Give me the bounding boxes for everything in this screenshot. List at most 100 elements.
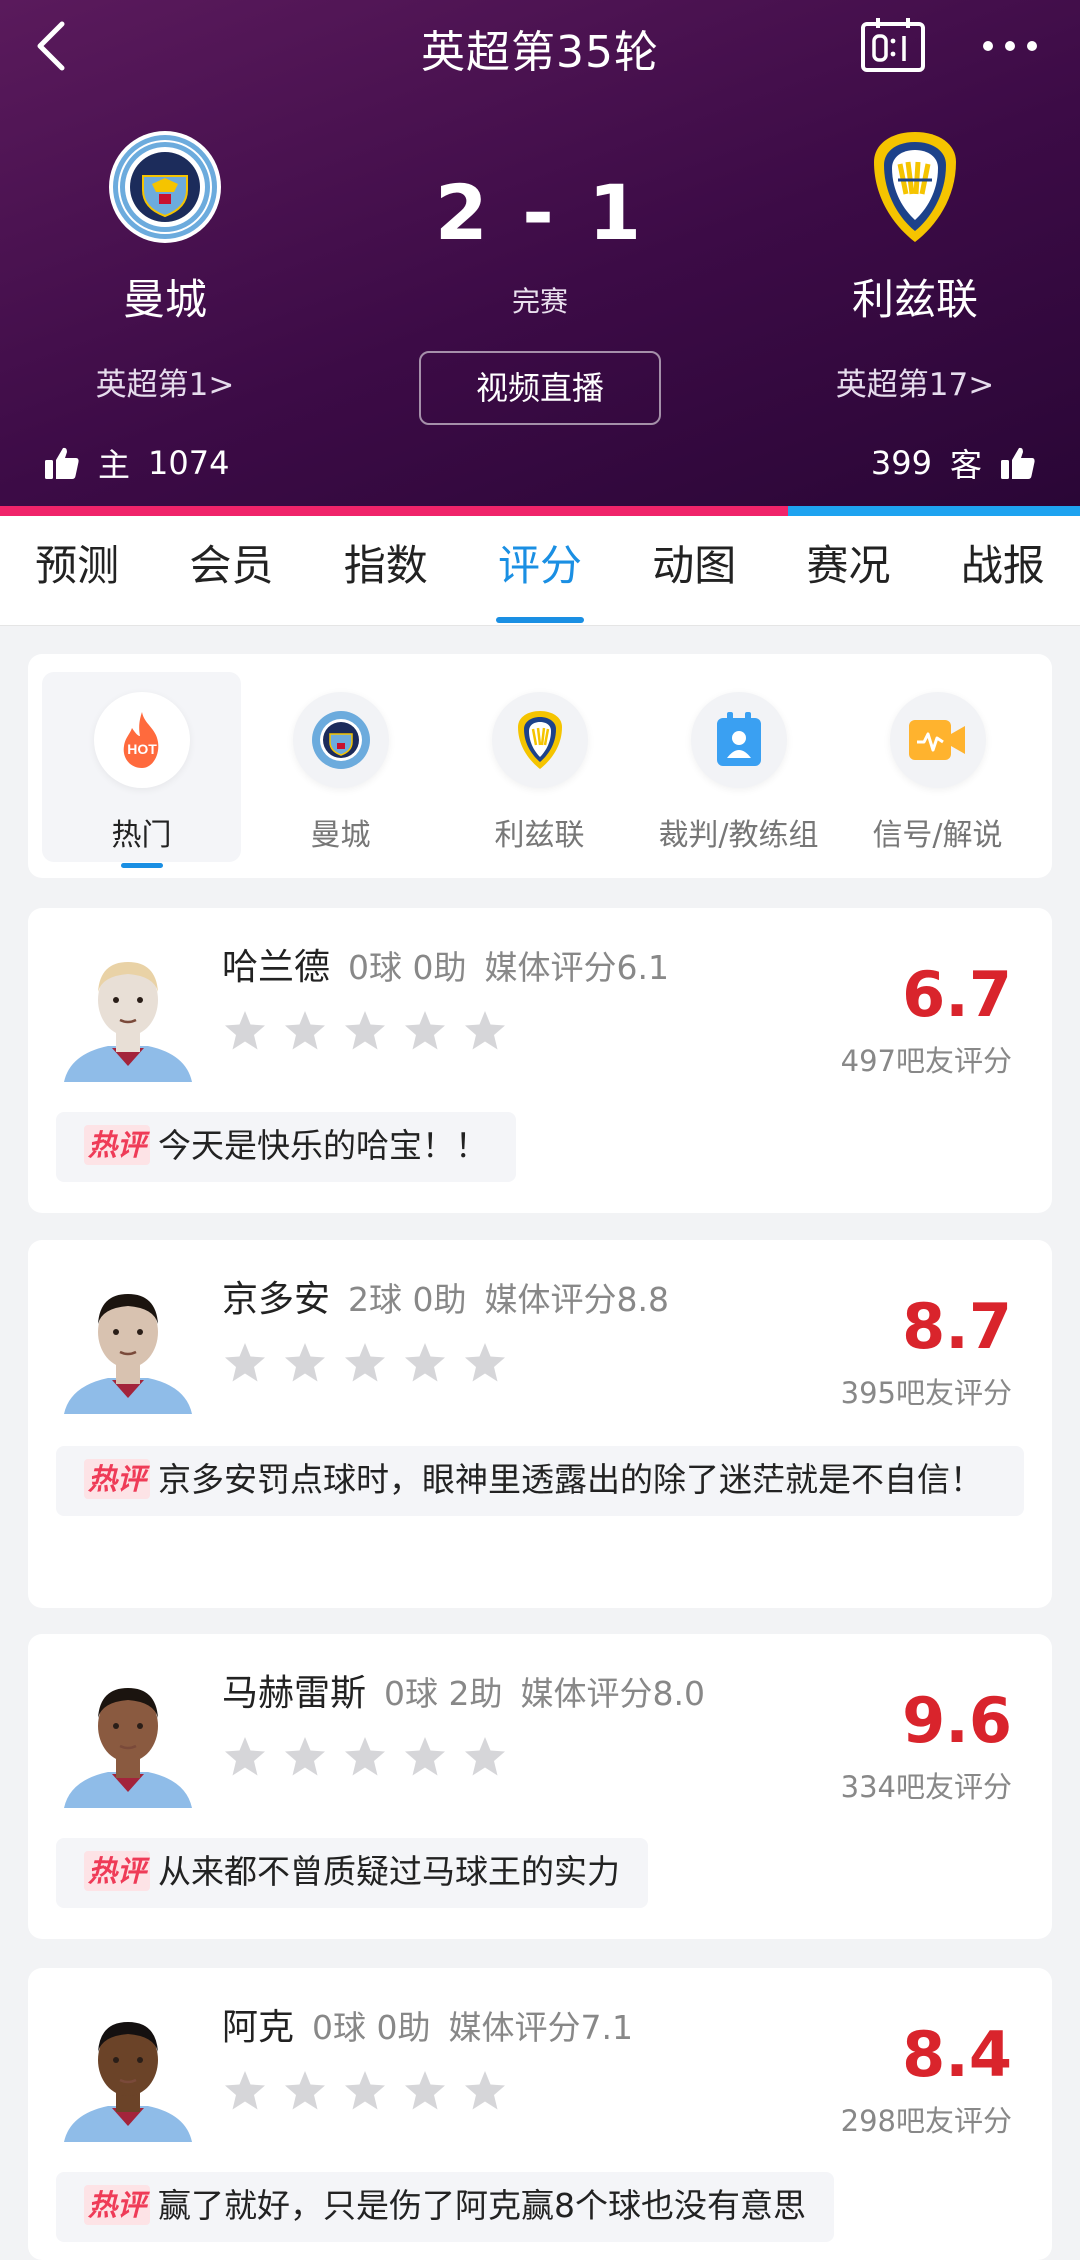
rating-star-icon[interactable]: [462, 1340, 508, 1386]
home-team-rank-link[interactable]: 英超第1>: [5, 359, 325, 404]
referee-badge-icon: [690, 692, 787, 788]
svg-text:HOT: HOT: [127, 741, 157, 757]
player-info-line: 阿克 0球 0助 媒体评分7.1: [222, 1998, 633, 2050]
rating-star-icon[interactable]: [462, 2068, 508, 2114]
fan-rating-score: 6.7: [902, 958, 1012, 1031]
rating-star-icon[interactable]: [222, 1734, 268, 1780]
tab-3[interactable]: 评分: [463, 516, 617, 625]
rating-star-icon[interactable]: [402, 1734, 448, 1780]
rating-star-icon[interactable]: [282, 1734, 328, 1780]
hot-comment-tag: 热评: [84, 2185, 151, 2225]
star-rating-input[interactable]: [222, 1734, 508, 1780]
tab-4[interactable]: 动图: [617, 516, 771, 625]
category-hot[interactable]: HOT 热门: [42, 672, 241, 868]
tab-1[interactable]: 会员: [154, 516, 308, 625]
support-ratio-bar: [0, 506, 1080, 516]
away-team-name: 利兹联: [851, 275, 978, 324]
video-live-button[interactable]: 视频直播: [419, 351, 661, 425]
category-referee-badge[interactable]: 裁判/教练组: [639, 672, 838, 862]
thumbs-up-icon: [45, 447, 79, 479]
fan-rating-score: 8.4: [902, 2018, 1012, 2091]
away-like-count: 399: [870, 444, 932, 482]
category-label: 利兹联: [494, 818, 585, 853]
player-info-line: 京多安 2球 0助 媒体评分8.8: [222, 1270, 669, 1322]
hot-comment-text: 从来都不曾质疑过马球王的实力: [158, 1852, 621, 1891]
player-rating-card[interactable]: 京多安 2球 0助 媒体评分8.8 8.7 395吧友评分热评 京多安罚点球时，眼神里透露…: [28, 1240, 1052, 1608]
player-rating-card[interactable]: 哈兰德 0球 0助 媒体评分6.1 6.7 497吧友评分热评 今天是快乐的哈宝！！: [28, 908, 1052, 1213]
player-avatar: [64, 2022, 192, 2142]
player-name: 哈兰德: [222, 947, 331, 988]
match-header: 英超第35轮 曼城 英超第1> 2 - 1 完赛 视频直播 利兹联 英超第17>…: [0, 0, 1080, 506]
hot-comment[interactable]: 热评 从来都不曾质疑过马球王的实力: [56, 1838, 649, 1908]
category-label: 信号/解说: [872, 818, 1003, 853]
signal-video-icon: [889, 692, 986, 788]
more-button[interactable]: [978, 24, 1042, 68]
player-rating-card[interactable]: 马赫雷斯 0球 2助 媒体评分8.0 9.6 334吧友评分热评 从来都不曾质疑过马球王的…: [28, 1634, 1052, 1939]
star-rating-input[interactable]: [222, 2068, 508, 2114]
player-rating-card[interactable]: 阿克 0球 0助 媒体评分7.1 8.4 298吧友评分 热评 赢了就好，只是伤了阿克赢8个…: [28, 1968, 1052, 2260]
category-man-city-crest[interactable]: 曼城: [241, 672, 440, 862]
category-leeds-crest[interactable]: 利兹联: [440, 672, 639, 862]
rating-star-icon[interactable]: [222, 2068, 268, 2114]
rating-star-icon[interactable]: [282, 1340, 328, 1386]
hot-icon: HOT: [93, 692, 190, 788]
category-label: 曼城: [310, 818, 371, 853]
rating-star-icon[interactable]: [342, 2068, 388, 2114]
player-avatar: [64, 962, 192, 1082]
hot-comment-text: 今天是快乐的哈宝！！: [158, 1126, 489, 1165]
away-team-rank-link[interactable]: 英超第17>: [755, 359, 1075, 404]
home-like-count: 1074: [148, 444, 230, 482]
rating-star-icon[interactable]: [402, 1008, 448, 1054]
top-bar: 英超第35轮: [0, 0, 1080, 95]
player-media-rating: 媒体评分6.1: [484, 948, 669, 987]
player-info-line: 马赫雷斯 0球 2助 媒体评分8.0: [222, 1664, 705, 1716]
rating-star-icon[interactable]: [282, 2068, 328, 2114]
tab-0[interactable]: 预测: [0, 516, 154, 625]
fan-rater-count: 497吧友评分: [840, 1044, 1012, 1078]
support-bar-home: [0, 506, 789, 516]
hot-comment-text: 赢了就好，只是伤了阿克赢8个球也没有意思: [158, 2186, 807, 2225]
scoreboard-button[interactable]: [860, 16, 926, 74]
match-tabs: 预测 会员 指数 评分 动图 赛况 战报: [0, 516, 1080, 626]
home-like-button[interactable]: 主 1074: [44, 440, 229, 486]
rating-star-icon[interactable]: [342, 1340, 388, 1386]
rating-star-icon[interactable]: [462, 1008, 508, 1054]
tab-2[interactable]: 指数: [309, 516, 463, 625]
rating-star-icon[interactable]: [462, 1734, 508, 1780]
category-label: 裁判/教练组: [658, 818, 819, 853]
rating-star-icon[interactable]: [222, 1340, 268, 1386]
tab-5[interactable]: 赛况: [771, 516, 925, 625]
player-media-rating: 媒体评分7.1: [448, 2008, 633, 2047]
hot-comment[interactable]: 热评 今天是快乐的哈宝！！: [56, 1112, 517, 1182]
fan-rating-score: 8.7: [902, 1290, 1012, 1363]
star-rating-input[interactable]: [222, 1008, 508, 1054]
rating-category-selector: HOT 热门 曼城 利兹联 裁判/教练组 信号/解说: [28, 654, 1052, 878]
player-name: 京多安: [222, 1279, 331, 1320]
hot-comment[interactable]: 热评 京多安罚点球时，眼神里透露出的除了迷茫就是不自信！: [56, 1446, 1024, 1516]
fan-rater-count: 334吧友评分: [840, 1770, 1012, 1804]
fan-rater-count: 298吧友评分: [840, 2104, 1012, 2138]
rating-star-icon[interactable]: [342, 1008, 388, 1054]
player-media-rating: 媒体评分8.8: [484, 1280, 669, 1319]
away-like-button[interactable]: 399 客: [871, 440, 1036, 486]
rating-star-icon[interactable]: [282, 1008, 328, 1054]
player-info-line: 哈兰德 0球 0助 媒体评分6.1: [222, 938, 669, 990]
away-like-label: 客: [949, 446, 982, 484]
player-goals-assists: 0球 0助: [312, 2008, 431, 2047]
rating-star-icon[interactable]: [402, 2068, 448, 2114]
home-like-label: 主: [98, 446, 131, 484]
star-rating-input[interactable]: [222, 1340, 508, 1386]
leeds-crest-icon: [491, 692, 588, 788]
hot-comment[interactable]: 热评 赢了就好，只是伤了阿克赢8个球也没有意思: [56, 2172, 835, 2242]
rating-star-icon[interactable]: [402, 1340, 448, 1386]
tab-6[interactable]: 战报: [926, 516, 1080, 625]
fan-rater-count: 395吧友评分: [840, 1376, 1012, 1410]
rating-star-icon[interactable]: [342, 1734, 388, 1780]
category-signal-video[interactable]: 信号/解说: [838, 672, 1037, 862]
fan-rating-score: 9.6: [902, 1684, 1012, 1757]
thumbs-up-icon: [1001, 447, 1035, 479]
player-goals-assists: 0球 0助: [348, 948, 467, 987]
category-label: 热门: [111, 818, 172, 853]
rating-star-icon[interactable]: [222, 1008, 268, 1054]
away-team[interactable]: 利兹联 英超第17>: [755, 128, 1075, 404]
